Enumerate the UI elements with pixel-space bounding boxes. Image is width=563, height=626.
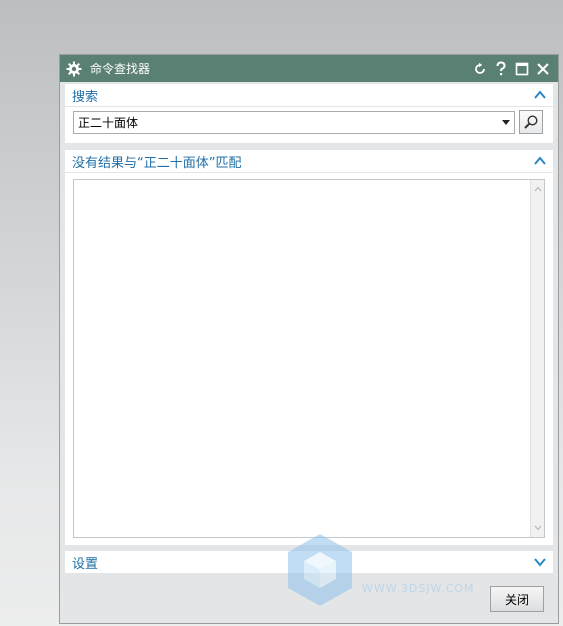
results-section-header[interactable]: 没有结果与“正二十面体”匹配 — [65, 150, 553, 172]
window-title: 命令查找器 — [90, 62, 151, 76]
search-combobox[interactable] — [73, 111, 515, 134]
results-section-title: 没有结果与“正二十面体”匹配 — [72, 155, 242, 171]
search-panel — [65, 107, 553, 143]
chevron-up-icon[interactable] — [533, 154, 547, 168]
search-section-title: 搜索 — [72, 89, 99, 105]
search-section-header[interactable]: 搜索 — [65, 84, 553, 106]
search-icon — [524, 115, 538, 129]
help-icon[interactable] — [492, 60, 510, 78]
chevron-down-icon[interactable] — [533, 555, 547, 569]
vertical-scrollbar[interactable] — [530, 180, 544, 537]
results-panel — [65, 173, 553, 545]
title-bar[interactable]: 命令查找器 — [60, 55, 558, 82]
dropdown-arrow-icon[interactable] — [498, 112, 514, 133]
chevron-up-icon[interactable] — [533, 88, 547, 102]
search-input[interactable] — [74, 112, 498, 133]
scroll-up-arrow-icon[interactable] — [534, 186, 542, 192]
gear-icon — [66, 61, 82, 77]
settings-section-title: 设置 — [72, 556, 99, 572]
search-button[interactable] — [519, 110, 543, 134]
command-finder-dialog: 命令查找器 搜索 正二十面体 没有结果与“正二十面体”匹配 设置 关闭 — [59, 54, 559, 624]
results-list[interactable] — [73, 179, 545, 538]
settings-section-header[interactable]: 设置 — [65, 551, 553, 573]
maximize-icon[interactable] — [513, 60, 531, 78]
close-button[interactable]: 关闭 — [490, 586, 544, 612]
scroll-down-arrow-icon[interactable] — [534, 525, 542, 531]
reset-icon[interactable] — [471, 60, 489, 78]
close-icon[interactable] — [534, 60, 552, 78]
